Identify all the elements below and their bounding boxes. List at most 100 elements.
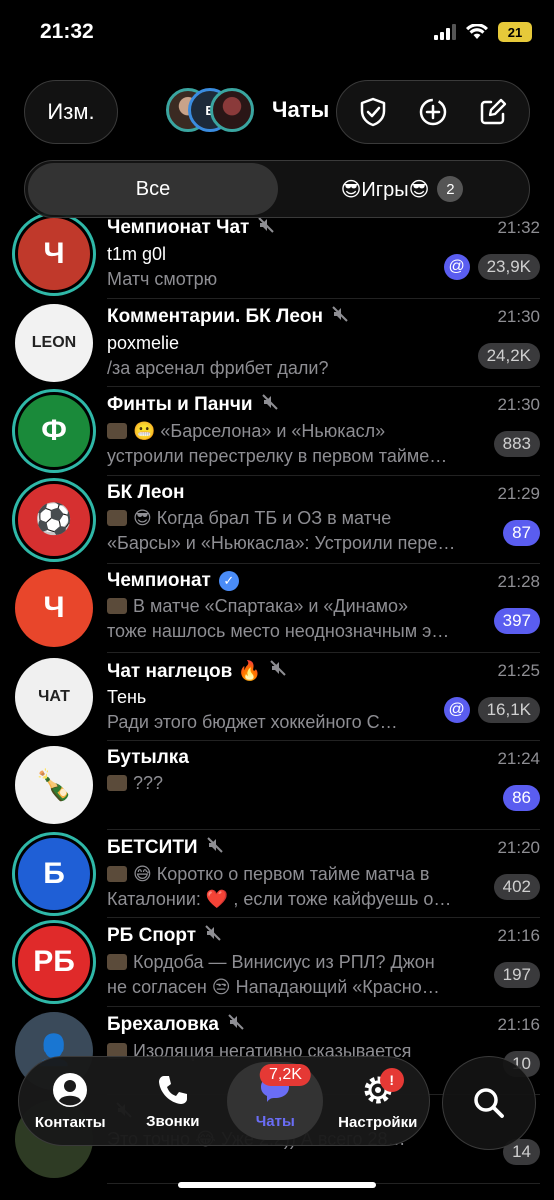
chat-preview-text: Кордоба — Винисиус из РПЛ? Джон <box>133 952 435 972</box>
folder-tab-games[interactable]: 😎Игры😎 2 <box>278 163 526 215</box>
media-thumbnail <box>107 598 127 614</box>
chat-name: Чемпионат Чат <box>107 217 250 238</box>
chat-body: БЕТСИТИ 21:20 😅 Коротко о первом тайме м… <box>107 836 540 918</box>
chat-avatar: Ч <box>15 215 93 293</box>
chat-preview-text: 😅 Коротко о первом тайме матча в <box>133 863 430 884</box>
chat-title: Финты и Панчи <box>107 393 487 417</box>
chat-preview-line: В матче «Спартака» и «Динамо» <box>107 596 487 617</box>
chat-row[interactable]: 🍾 Бутылка 21:24 ??? 86 <box>0 741 554 830</box>
chat-badges: 397 <box>493 608 540 634</box>
status-time: 21:32 <box>40 20 94 43</box>
mention-badge: @ <box>443 696 470 723</box>
chat-body: Чемпионат ✓ 21:28 В матче «Спартака» и «… <box>107 570 540 653</box>
chat-name: Чат наглецов 🔥 <box>107 660 262 682</box>
chat-row[interactable]: Ч Чемпионат Чат 21:32 t1m g0l Матч смотр… <box>0 210 554 299</box>
chat-avatar: Ч <box>15 569 93 647</box>
chat-body: Чемпионат Чат 21:32 t1m g0l Матч смотрю … <box>107 216 540 299</box>
battery-indicator: 21 <box>498 22 532 42</box>
chat-badges: 24,2K <box>477 342 540 369</box>
new-story-icon[interactable] <box>413 92 453 132</box>
search-icon <box>474 1088 504 1118</box>
chat-preview-line: 😅 Коротко о первом тайме матча в <box>107 864 487 885</box>
cellular-signal-icon <box>434 24 456 40</box>
search-button[interactable] <box>442 1056 536 1150</box>
chat-title: РБ Спорт <box>107 924 487 948</box>
unread-badge: 16,1K <box>477 696 540 723</box>
tab-settings[interactable]: ! Настройки <box>330 1062 426 1140</box>
chat-row[interactable]: Ф Финты и Панчи 21:30 😬 «Барселона» и «Н… <box>0 387 554 476</box>
chat-time: 21:16 <box>497 1014 540 1034</box>
chat-time: 21:24 <box>497 749 540 768</box>
chat-row[interactable]: РБ РБ Спорт 21:16 Кордоба — Винисиус из … <box>0 918 554 1007</box>
chat-preview: Каталонии: ❤️ , если тоже кайфуешь о… <box>107 888 452 909</box>
tab-calls[interactable]: Звонки <box>125 1062 221 1140</box>
chat-avatar: Ф <box>15 392 93 470</box>
chat-title: Бутылка <box>107 747 487 769</box>
chat-avatar: LEON <box>15 303 93 382</box>
compose-icon[interactable] <box>473 92 513 132</box>
chat-body: БК Леон 21:29 😎 Когда брал ТБ и ОЗ в мат… <box>107 482 540 564</box>
chat-preview-line: ??? <box>107 773 487 794</box>
folder-tab-all[interactable]: Все <box>28 163 278 215</box>
media-thumbnail <box>107 954 127 970</box>
chat-row[interactable]: ЧАТ Чат наглецов 🔥 21:25 Тень Ради этого… <box>0 653 554 741</box>
chat-name: Комментарии. БК Леон <box>107 305 324 327</box>
folder-unread-count: 2 <box>437 176 464 202</box>
chat-preview-text: В матче «Спартака» и «Динамо» <box>133 596 409 616</box>
status-bar: 21:32 21 <box>0 0 554 64</box>
chat-preview: /за арсенал фрибет дали? <box>107 357 329 378</box>
chat-row[interactable]: Б БЕТСИТИ 21:20 😅 Коротко о первом тайме… <box>0 830 554 918</box>
chat-badges: @ 16,1K <box>443 696 540 723</box>
chat-row[interactable]: ⚽ БК Леон 21:29 😎 Когда брал ТБ и ОЗ в м… <box>0 476 554 564</box>
chat-row[interactable]: Ч Чемпионат ✓ 21:28 В матче «Спартака» и… <box>0 564 554 653</box>
unread-badge: 87 <box>503 519 540 546</box>
unread-badge: 883 <box>493 431 540 457</box>
tab-settings-label: Настройки <box>338 1113 418 1131</box>
chat-title: Комментарии. БК Леон <box>107 305 487 329</box>
chat-badges: 883 <box>493 431 540 457</box>
story-avatar[interactable] <box>210 88 254 132</box>
settings-alert-badge: ! <box>379 1068 404 1092</box>
chat-avatar: РБ <box>15 923 93 1001</box>
chat-name: БК Леон <box>107 481 185 503</box>
chat-body: Бутылка 21:24 ??? 86 <box>107 747 540 830</box>
shield-icon[interactable] <box>353 92 393 132</box>
media-thumbnail <box>107 423 127 439</box>
chat-body: Финты и Панчи 21:30 😬 «Барселона» и «Нью… <box>107 393 540 476</box>
chat-folders: Все 😎Игры😎 2 <box>24 160 530 218</box>
chat-time: 21:25 <box>497 660 540 680</box>
chat-badges: @ 23,9K <box>443 254 540 280</box>
chat-title: БК Леон <box>107 482 487 504</box>
tab-contacts[interactable]: Контакты <box>22 1062 118 1140</box>
chats-title-group[interactable]: Б Чаты <box>166 88 329 132</box>
top-navigation: Изм. Б Чаты <box>0 78 554 146</box>
chat-preview: тоже нашлось место неоднозначным э… <box>107 621 450 641</box>
page-title: Чаты <box>272 97 330 122</box>
muted-icon <box>204 924 222 948</box>
chat-name: РБ Спорт <box>107 925 197 946</box>
chat-preview: Ради этого бюджет хоккейного С… <box>107 711 398 732</box>
chat-avatar: Б <box>15 834 93 913</box>
chat-title: Чемпионат ✓ <box>107 570 487 592</box>
muted-icon <box>257 216 275 240</box>
chat-badges: 86 <box>503 785 540 811</box>
unread-badge: 402 <box>493 873 540 900</box>
tab-calls-label: Звонки <box>146 1112 200 1130</box>
stories-avatars[interactable]: Б <box>166 88 254 132</box>
mention-badge: @ <box>443 254 470 280</box>
muted-icon <box>269 659 287 683</box>
chat-body: Комментарии. БК Леон 21:30 poxmelie /за … <box>107 305 540 387</box>
tab-chats[interactable]: 7,2K Чаты <box>227 1062 324 1140</box>
chat-badges: 402 <box>493 873 540 900</box>
chat-title: Чемпионат Чат <box>107 216 487 240</box>
media-thumbnail <box>107 865 127 882</box>
wifi-icon <box>466 24 488 39</box>
header-actions <box>336 80 530 144</box>
chat-title: Брехаловка <box>107 1013 487 1037</box>
edit-button[interactable]: Изм. <box>24 80 118 144</box>
chat-time: 21:29 <box>497 483 540 503</box>
chat-row[interactable]: LEON Комментарии. БК Леон 21:30 poxmelie… <box>0 299 554 387</box>
chat-badges: 87 <box>503 519 540 546</box>
chat-time: 21:32 <box>497 218 540 237</box>
chat-avatar: ⚽ <box>15 480 93 559</box>
